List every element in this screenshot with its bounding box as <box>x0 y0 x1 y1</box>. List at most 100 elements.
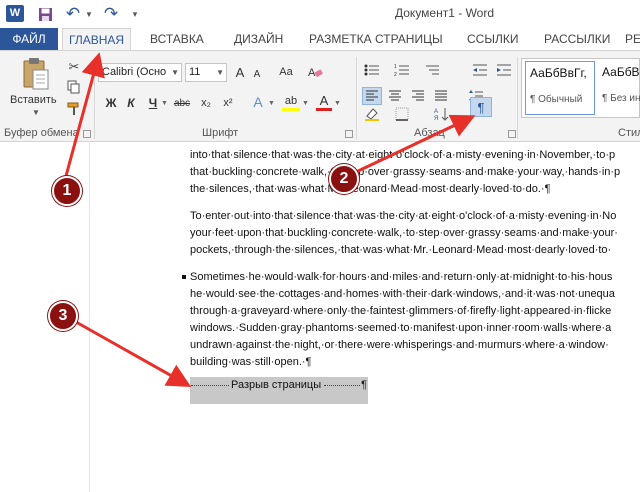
paragraph-line: pockets,·through·the·silences,·that·was·… <box>190 244 612 256</box>
save-icon[interactable] <box>36 4 54 24</box>
align-left-icon[interactable] <box>362 87 382 105</box>
decrease-indent-icon[interactable] <box>470 61 490 79</box>
paragraph-launcher-icon[interactable] <box>508 130 516 138</box>
font-name-dropdown-icon[interactable]: ▼ <box>171 64 179 81</box>
ribbon: Вставить ▼ ✂ Буфер обмена Calibri (Осно … <box>0 50 640 142</box>
paragraph-line: your·feet·upon·that·buckling·concrete·wa… <box>190 227 618 239</box>
undo-dropdown-icon[interactable]: ▼ <box>84 4 94 24</box>
clear-formatting-button[interactable]: A <box>305 63 325 81</box>
clipboard-launcher-icon[interactable] <box>83 130 91 138</box>
ribbon-tabs: ФАЙЛ ГЛАВНАЯ ВСТАВКА ДИЗАЙН РАЗМЕТКА СТР… <box>0 28 640 51</box>
paragraph-line: Sometimes·he·would·walk·for·hours·and·mi… <box>190 271 613 283</box>
svg-text:2: 2 <box>394 72 397 77</box>
font-name-combobox[interactable]: Calibri (Осно ▼ <box>98 63 182 82</box>
tab-page-layout[interactable]: РАЗМЕТКА СТРАНИЦЫ <box>309 28 443 50</box>
paragraph-group-label: Абзац <box>414 127 445 139</box>
tab-file[interactable]: ФАЙЛ <box>0 28 58 50</box>
tab-home[interactable]: ГЛАВНАЯ <box>62 28 132 51</box>
strikethrough-button[interactable]: abc <box>172 94 192 112</box>
paragraph-line: windows.·Sudden·gray·phantoms·seemed·to·… <box>190 322 612 334</box>
style-sample: АаБбВвГг, <box>530 66 587 80</box>
show-formatting-marks-button[interactable]: ¶ <box>470 97 492 117</box>
font-group-label: Шрифт <box>202 127 239 139</box>
bold-button[interactable]: Ж <box>104 94 118 112</box>
copy-icon[interactable] <box>66 79 82 95</box>
superscript-button[interactable]: x² <box>219 94 237 112</box>
window-title: Документ1 - Word <box>395 6 495 20</box>
undo-icon[interactable]: ↶ <box>64 4 82 24</box>
paragraph-line: the·silences,·that·was·what·Mr.·Leonard·… <box>190 183 551 195</box>
text-effects-dropdown-icon[interactable]: ▼ <box>268 100 275 107</box>
paragraph-line: building·was·still·open.·¶ <box>190 356 312 368</box>
numbering-icon[interactable]: 12 <box>392 61 412 79</box>
page-break-dots <box>191 385 229 386</box>
callout-badge-1: 1 <box>52 176 82 206</box>
paste-button[interactable]: Вставить <box>10 94 57 106</box>
style-no-spacing[interactable]: АаБбВв ¶ Без инт <box>598 61 640 115</box>
clipboard-group-label: Буфер обмена <box>4 127 79 139</box>
tab-design[interactable]: ДИЗАЙН <box>234 28 283 50</box>
shrink-font-button[interactable]: A <box>250 65 264 83</box>
paragraph-line: into·that·silence·that·was·the·city·at·e… <box>190 149 616 161</box>
clipboard-paste-icon[interactable] <box>22 57 50 91</box>
tab-mailings[interactable]: РАССЫЛКИ <box>544 28 610 50</box>
svg-text:A: A <box>434 109 438 115</box>
paragraph-line: To·enter·out·into·that·silence·that·was·… <box>190 210 617 222</box>
callout-badge-3: 3 <box>48 301 78 331</box>
callout-badge-2: 2 <box>329 164 359 194</box>
font-name-value: Calibri (Осно <box>102 66 167 78</box>
increase-indent-icon[interactable] <box>494 61 514 79</box>
justify-icon[interactable] <box>431 87 451 105</box>
font-size-combobox[interactable]: 11 ▼ <box>185 63 227 82</box>
underline-dropdown-icon[interactable]: ▼ <box>161 100 168 107</box>
page-break-marker[interactable]: Разрыв страницы ¶ <box>190 377 368 404</box>
paragraph-line: he·would·see·the·cottages·and·homes·with… <box>190 288 615 300</box>
tab-references[interactable]: ССЫЛКИ <box>467 28 518 50</box>
highlight-button[interactable]: ab <box>282 93 300 111</box>
paste-dropdown-icon[interactable]: ▼ <box>32 108 40 117</box>
italic-button[interactable]: К <box>124 94 138 112</box>
change-case-button[interactable]: Aa <box>276 63 296 81</box>
shading-icon[interactable] <box>362 105 382 123</box>
sort-icon[interactable]: AЯ <box>432 105 452 123</box>
page-break-dots <box>324 385 360 386</box>
redo-icon[interactable]: ↷ <box>102 4 120 24</box>
styles-group-label: Стил <box>618 127 640 139</box>
paragraph-line: that·buckling·concrete·walk,·to·step·ove… <box>190 166 621 178</box>
svg-text:Я: Я <box>434 116 438 121</box>
borders-icon[interactable] <box>392 105 412 123</box>
tab-insert[interactable]: ВСТАВКА <box>150 28 204 50</box>
style-name: ¶ Без инт <box>602 93 640 104</box>
page-break-pilcrow: ¶ <box>361 379 367 391</box>
word-app-icon[interactable]: W <box>6 5 24 22</box>
title-bar: W ↶ ▼ ↷ ▾ Документ1 - Word <box>0 0 640 28</box>
styles-gallery[interactable]: АаБбВвГг, ¶ Обычный АаБбВв ¶ Без инт <box>521 58 640 118</box>
font-launcher-icon[interactable] <box>345 130 353 138</box>
highlight-dropdown-icon[interactable]: ▼ <box>302 100 309 107</box>
style-name: ¶ Обычный <box>530 94 583 105</box>
align-right-icon[interactable] <box>408 87 428 105</box>
group-separator <box>356 57 357 139</box>
customize-toolbar-icon[interactable]: ▾ <box>128 4 142 24</box>
multilevel-list-icon[interactable] <box>422 61 442 79</box>
font-size-value: 11 <box>189 66 201 78</box>
svg-text:1: 1 <box>394 64 397 70</box>
style-normal[interactable]: АаБбВвГг, ¶ Обычный <box>525 61 595 115</box>
align-center-icon[interactable] <box>385 87 405 105</box>
bullets-icon[interactable] <box>362 61 382 79</box>
grow-font-button[interactable]: A <box>232 63 248 81</box>
paragraph-line: undrawn·against·the·night,·or·there·were… <box>190 339 609 351</box>
paragraph-mark-bullet <box>182 275 186 279</box>
font-color-dropdown-icon[interactable]: ▼ <box>334 100 341 107</box>
subscript-button[interactable]: x₂ <box>197 94 215 112</box>
underline-button[interactable]: Ч <box>146 94 160 112</box>
format-painter-icon[interactable] <box>66 101 82 117</box>
style-sample: АаБбВв <box>602 65 640 79</box>
font-color-button[interactable]: A <box>316 93 332 111</box>
tab-review[interactable]: РЕЦ <box>625 28 640 50</box>
text-effects-button[interactable]: A <box>250 93 266 111</box>
font-size-dropdown-icon[interactable]: ▼ <box>216 64 224 81</box>
group-separator <box>517 57 518 139</box>
cut-icon[interactable]: ✂ <box>66 59 82 75</box>
paragraph-line: through·a·graveyard·where·only·the·faint… <box>190 305 612 317</box>
